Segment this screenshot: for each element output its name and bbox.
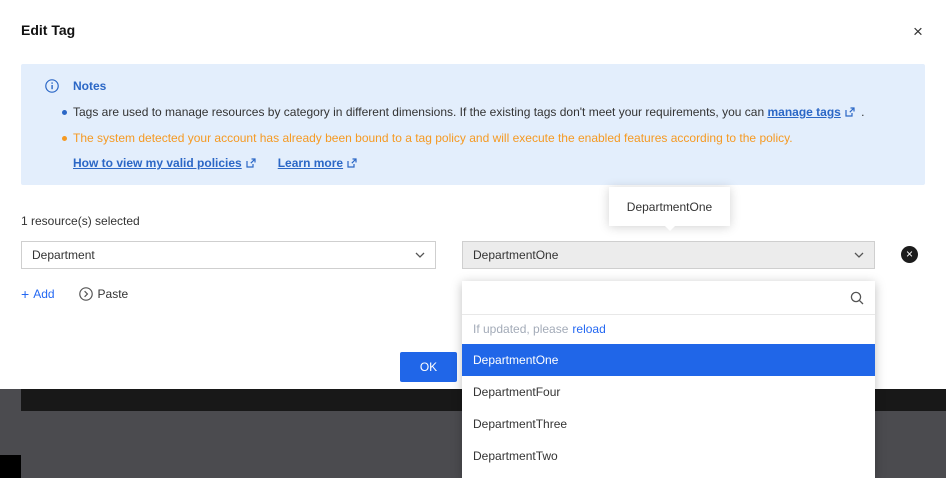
resource-summary: 1 resource(s) selected <box>21 214 140 228</box>
dropdown-hint: If updated, please reload <box>462 315 875 344</box>
chevron-down-icon <box>415 252 425 258</box>
dropdown-option[interactable]: DepartmentThree <box>462 408 875 440</box>
remove-tag-button[interactable]: × <box>901 246 918 263</box>
ok-button[interactable]: OK <box>400 352 457 382</box>
plus-icon: + <box>21 288 29 300</box>
notes-title: Notes <box>73 79 106 93</box>
dropdown-option[interactable]: DepartmentFour <box>462 376 875 408</box>
tooltip-caret <box>665 226 675 231</box>
dropdown-search-input[interactable] <box>462 281 875 314</box>
search-icon <box>849 290 865 309</box>
bullet-dot <box>62 136 67 141</box>
manage-tags-link[interactable]: manage tags <box>767 105 854 119</box>
notes-header: Notes <box>21 79 925 93</box>
add-label: Add <box>33 287 54 301</box>
notes-panel: Notes Tags are used to manage resources … <box>21 64 925 185</box>
notes-links-row: How to view my valid policies Learn more <box>21 156 925 171</box>
external-link-icon <box>246 157 256 171</box>
dialog-title: Edit Tag <box>21 22 75 38</box>
chevron-down-icon <box>854 252 864 258</box>
edit-tag-dialog: Edit Tag × Notes Tags are used to manage… <box>0 0 946 478</box>
background-corner <box>0 455 21 478</box>
value-dropdown-panel: If updated, please reload DepartmentOne D… <box>462 281 875 478</box>
value-tooltip-text: DepartmentOne <box>627 200 712 214</box>
paste-button[interactable]: Paste <box>79 287 129 301</box>
learn-more-link[interactable]: Learn more <box>278 156 357 171</box>
valid-policies-link[interactable]: How to view my valid policies <box>73 156 256 171</box>
add-tag-button[interactable]: + Add <box>21 287 55 301</box>
paste-icon <box>79 287 93 301</box>
value-tooltip: DepartmentOne <box>609 187 730 226</box>
tag-key-select[interactable]: Department <box>21 241 436 269</box>
note-line-2: The system detected your account has alr… <box>21 131 925 146</box>
tag-value: DepartmentOne <box>473 248 558 262</box>
tag-key-value: Department <box>32 248 95 262</box>
external-link-icon <box>347 157 357 171</box>
paste-label: Paste <box>98 287 129 301</box>
note-text-1: Tags are used to manage resources by cat… <box>73 105 764 119</box>
note-line-1: Tags are used to manage resources by cat… <box>21 105 925 121</box>
close-icon[interactable]: × <box>906 20 930 44</box>
bullet-dot <box>62 110 67 115</box>
external-link-icon <box>845 106 855 121</box>
dropdown-option[interactable]: DepartmentOne <box>462 344 875 376</box>
tag-value-select[interactable]: DepartmentOne <box>462 241 875 269</box>
note-text-2: The system detected your account has alr… <box>73 131 793 145</box>
dropdown-option[interactable]: DepartmentTwo <box>462 440 875 472</box>
tag-actions-row: + Add Paste <box>21 287 128 301</box>
hint-text: If updated, please <box>473 322 568 336</box>
dropdown-search-row <box>462 281 875 315</box>
reload-link[interactable]: reload <box>572 322 605 336</box>
info-icon <box>45 79 59 93</box>
note-text-1-suffix: . <box>861 105 864 119</box>
